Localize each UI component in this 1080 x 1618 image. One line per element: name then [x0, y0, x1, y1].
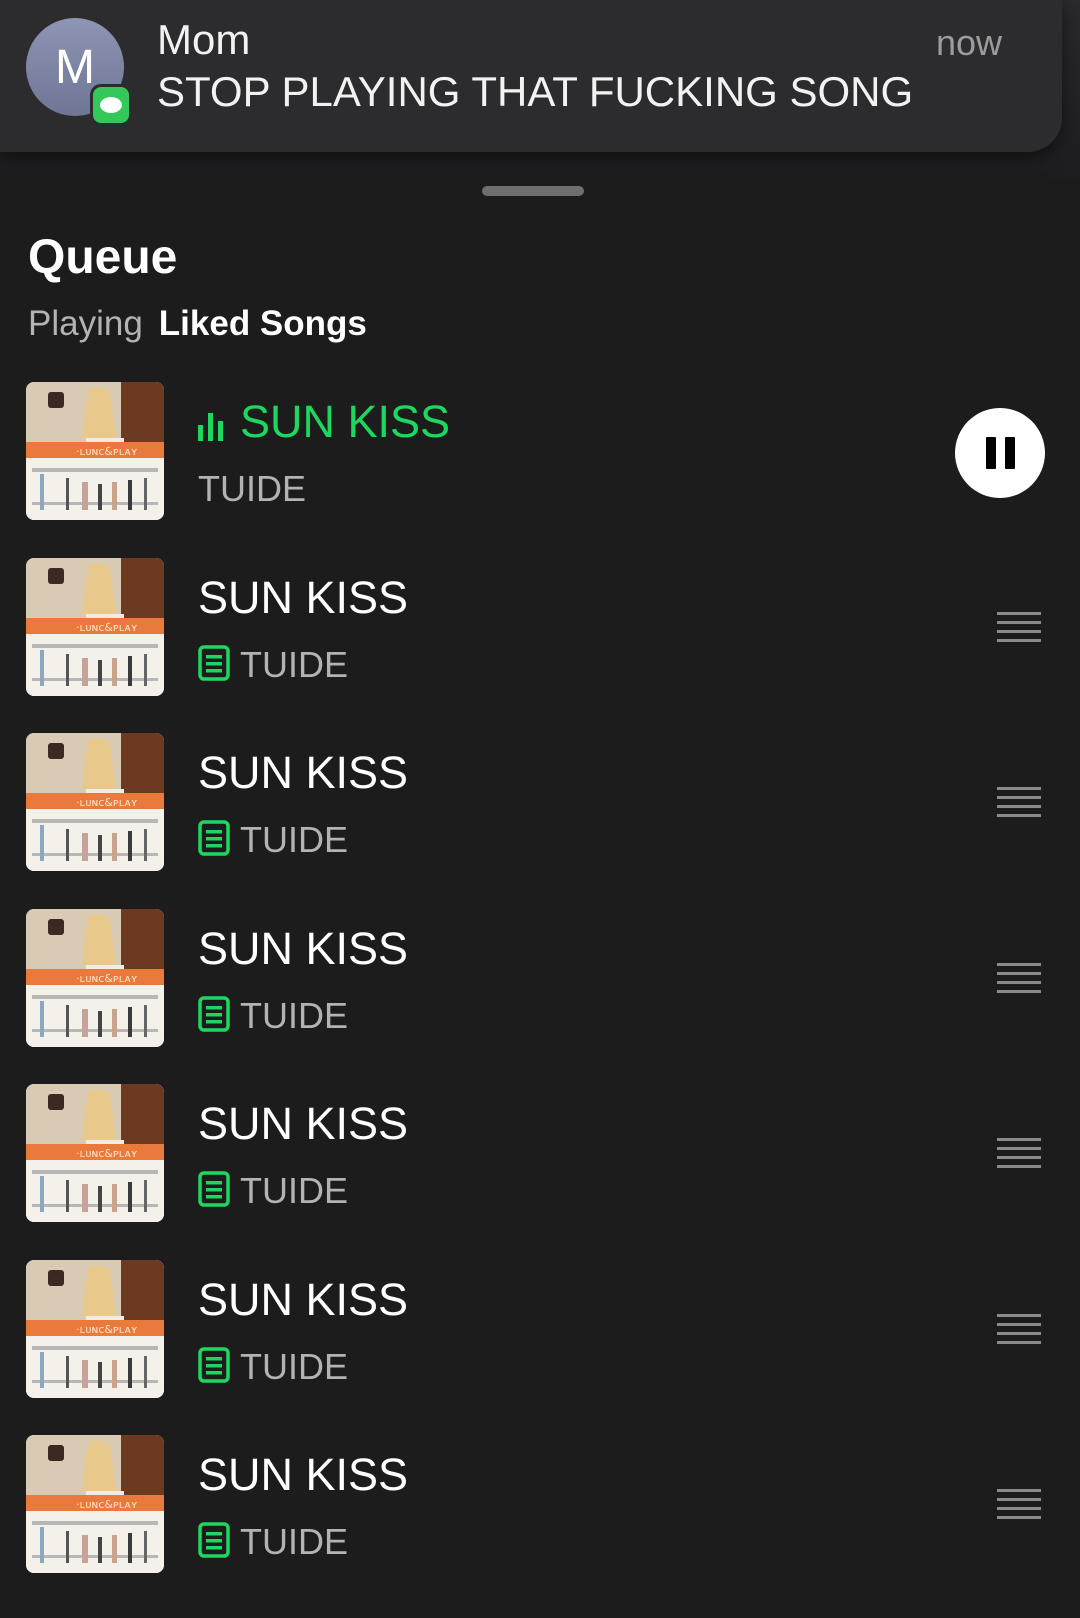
track-artist-text: TUIDE [240, 644, 348, 685]
album-art-thumbnail: ·ʟᴜɴᴄ&ᴘʟᴀʏ [26, 909, 164, 1047]
track-artist-text: TUIDE [240, 819, 348, 860]
track-title: SUN KISS [198, 572, 408, 624]
playing-label: Playing [28, 304, 143, 343]
track-title-text: SUN KISS [198, 1274, 409, 1325]
track-title-text: SUN KISS [198, 572, 409, 623]
track-artist: TUIDE [198, 1346, 348, 1388]
queue-track-row[interactable]: ·ʟᴜɴᴄ&ᴘʟᴀʏ SUN KISS TUIDE [0, 733, 1080, 873]
album-art: ·ʟᴜɴᴄ&ᴘʟᴀʏ [26, 733, 164, 871]
track-title: SUN KISS [198, 1098, 408, 1150]
album-art: ·ʟᴜɴᴄ&ᴘʟᴀʏ [26, 1435, 164, 1573]
album-art-thumbnail: ·ʟᴜɴᴄ&ᴘʟᴀʏ [26, 1435, 164, 1573]
track-title-text: SUN KISS [240, 396, 451, 447]
track-title: SUN KISS [198, 923, 408, 975]
track-artist: TUIDE [198, 1521, 348, 1563]
queue-track-row[interactable]: ·ʟᴜɴᴄ&ᴘʟᴀʏ SUN KISS TUIDE [0, 909, 1080, 1049]
svg-text:·ʟᴜɴᴄ&ᴘʟᴀʏ: ·ʟᴜɴᴄ&ᴘʟᴀʏ [76, 796, 138, 809]
lyrics-icon [198, 1522, 230, 1558]
track-artist-text: TUIDE [198, 468, 306, 509]
pause-button[interactable] [955, 408, 1045, 498]
svg-text:·ʟᴜɴᴄ&ᴘʟᴀʏ: ·ʟᴜɴᴄ&ᴘʟᴀʏ [76, 1498, 138, 1511]
track-artist-text: TUIDE [240, 1521, 348, 1562]
playlist-link[interactable]: Liked Songs [159, 304, 367, 343]
queue-track-row[interactable]: ·ʟᴜɴᴄ&ᴘʟᴀʏ SUN KISS TUIDE [0, 1084, 1080, 1224]
album-art: ·ʟᴜɴᴄ&ᴘʟᴀʏ [26, 909, 164, 1047]
track-title-text: SUN KISS [198, 1098, 409, 1149]
drag-handle-icon[interactable] [997, 963, 1041, 999]
svg-text:·ʟᴜɴᴄ&ᴘʟᴀʏ: ·ʟᴜɴᴄ&ᴘʟᴀʏ [76, 1323, 138, 1336]
track-title-text: SUN KISS [198, 1449, 409, 1500]
equalizer-icon [198, 413, 223, 442]
drag-handle-icon[interactable] [997, 1489, 1041, 1525]
svg-text:·ʟᴜɴᴄ&ᴘʟᴀʏ: ·ʟᴜɴᴄ&ᴘʟᴀʏ [76, 621, 138, 634]
playing-context: Playing Liked Songs [28, 304, 367, 344]
sheet-grabber[interactable] [482, 186, 584, 196]
album-art-thumbnail: ·ʟᴜɴᴄ&ᴘʟᴀʏ [26, 733, 164, 871]
svg-text:·ʟᴜɴᴄ&ᴘʟᴀʏ: ·ʟᴜɴᴄ&ᴘʟᴀʏ [76, 445, 138, 458]
pause-icon [985, 437, 996, 469]
drag-handle-icon[interactable] [997, 612, 1041, 648]
queue-track-row[interactable]: ·ʟᴜɴᴄ&ᴘʟᴀʏ SUN KISS TUIDE [0, 1260, 1080, 1400]
drag-handle-icon[interactable] [997, 1314, 1041, 1350]
album-art-thumbnail: ·ʟᴜɴᴄ&ᴘʟᴀʏ [26, 558, 164, 696]
queue-track-row[interactable]: ·ʟᴜɴᴄ&ᴘʟᴀʏ SUN KISS TUIDE [0, 382, 1080, 522]
album-art-thumbnail: ·ʟᴜɴᴄ&ᴘʟᴀʏ [26, 382, 164, 520]
notification-sender: Mom [157, 16, 251, 63]
track-artist: TUIDE [198, 468, 306, 510]
avatar-letter: M [55, 40, 95, 94]
drag-handle-icon[interactable] [997, 787, 1041, 823]
album-art: ·ʟᴜɴᴄ&ᴘʟᴀʏ [26, 1260, 164, 1398]
track-title-text: SUN KISS [198, 923, 409, 974]
messages-icon [90, 84, 132, 126]
track-title-text: SUN KISS [198, 747, 409, 798]
drag-handle-icon[interactable] [997, 1138, 1041, 1174]
track-artist-text: TUIDE [240, 1346, 348, 1387]
album-art: ·ʟᴜɴᴄ&ᴘʟᴀʏ [26, 558, 164, 696]
track-artist: TUIDE [198, 1170, 348, 1212]
svg-text:·ʟᴜɴᴄ&ᴘʟᴀʏ: ·ʟᴜɴᴄ&ᴘʟᴀʏ [76, 1147, 138, 1160]
track-title: SUN KISS [198, 1274, 408, 1326]
album-art-thumbnail: ·ʟᴜɴᴄ&ᴘʟᴀʏ [26, 1084, 164, 1222]
album-art: ·ʟᴜɴᴄ&ᴘʟᴀʏ [26, 382, 164, 520]
track-artist-text: TUIDE [240, 1170, 348, 1211]
message-notification[interactable]: M Mom STOP PLAYING THAT FUCKING SONG now [0, 0, 1062, 152]
lyrics-icon [198, 996, 230, 1032]
track-artist: TUIDE [198, 995, 348, 1037]
track-title: SUN KISS [198, 1449, 408, 1501]
album-art: ·ʟᴜɴᴄ&ᴘʟᴀʏ [26, 1084, 164, 1222]
album-art-thumbnail: ·ʟᴜɴᴄ&ᴘʟᴀʏ [26, 1260, 164, 1398]
svg-text:·ʟᴜɴᴄ&ᴘʟᴀʏ: ·ʟᴜɴᴄ&ᴘʟᴀʏ [76, 972, 138, 985]
lyrics-icon [198, 1347, 230, 1383]
queue-track-row[interactable]: ·ʟᴜɴᴄ&ᴘʟᴀʏ SUN KISS TUIDE [0, 558, 1080, 698]
lyrics-icon [198, 1171, 230, 1207]
notification-time: now [935, 22, 1002, 63]
queue-track-row[interactable]: ·ʟᴜɴᴄ&ᴘʟᴀʏ SUN KISS TUIDE [0, 1435, 1080, 1575]
track-artist: TUIDE [198, 644, 348, 686]
lyrics-icon [198, 645, 230, 681]
pause-icon-bar [1004, 437, 1015, 469]
notification-message: STOP PLAYING THAT FUCKING SONG [157, 68, 914, 115]
track-title: SUN KISS [198, 396, 450, 448]
track-artist: TUIDE [198, 819, 348, 861]
page-title: Queue [28, 231, 178, 284]
lyrics-icon [198, 820, 230, 856]
track-artist-text: TUIDE [240, 995, 348, 1036]
track-title: SUN KISS [198, 747, 408, 799]
